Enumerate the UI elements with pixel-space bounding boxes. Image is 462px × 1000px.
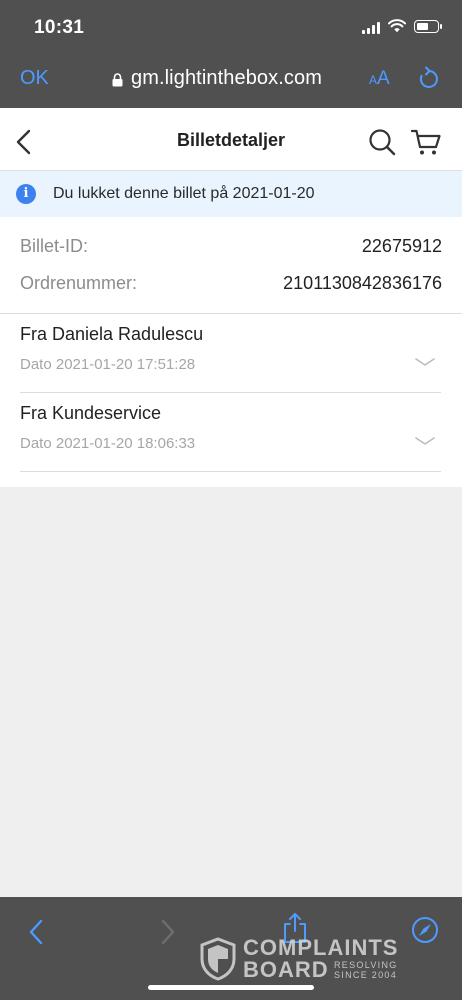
message-item[interactable]: Fra Kundeservice Dato 2021-01-20 18:06:3… [20,393,441,472]
status-bar: 10:31 [0,0,462,56]
watermark-tag1: RESOLVING [334,960,398,970]
text-size-large-label: A [377,68,390,89]
watermark-line2: BOARD [243,957,329,982]
battery-level [417,23,428,30]
notice-text: Du lukket denne billet på 2021-01-20 [53,185,315,202]
watermark-tagline: RESOLVING SINCE 2004 [334,960,398,980]
home-indicator [148,985,314,990]
lock-icon [112,72,123,86]
battery-icon [414,20,442,33]
chevron-down-icon[interactable] [414,356,436,368]
browser-url-bar: OK gm.lightinthebox.com AA [0,56,462,108]
message-sender: Fra Daniela Radulescu [20,324,204,344]
browser-back-icon[interactable] [28,919,44,945]
done-button[interactable]: OK [20,67,49,90]
url-text: gm.lightinthebox.com [131,67,322,89]
ticket-id-value: 22675912 [361,236,442,256]
reload-icon[interactable] [418,66,440,90]
address-field[interactable]: gm.lightinthebox.com [112,67,322,90]
message-date: Dato 2021-01-20 17:51:28 [20,356,196,373]
order-number-value: 2101130842836176 [283,273,442,293]
order-number-label: Ordrenummer: [20,273,138,293]
cellular-signal-icon [362,22,380,34]
chevron-down-icon[interactable] [414,435,436,447]
watermark-tag2: SINCE 2004 [334,970,398,980]
search-icon[interactable] [368,128,396,156]
message-item[interactable]: Fra Daniela Radulescu Dato 2021-01-20 17… [20,314,441,393]
cart-icon[interactable] [410,128,442,156]
browser-forward-icon[interactable] [160,919,176,945]
order-number-row: Ordrenummer: 2101130842836176 [20,273,442,297]
status-time: 10:31 [34,17,85,38]
ticket-id-label: Billet-ID: [20,236,89,256]
info-icon: i [16,184,36,204]
closed-notice-banner: i Du lukket denne billet på 2021-01-20 [0,171,462,217]
wifi-icon [388,19,406,33]
message-date: Dato 2021-01-20 18:06:33 [20,435,196,452]
ticket-details: Billet-ID: 22675912 Ordrenummer: 2101130… [0,217,462,487]
message-sender: Fra Kundeservice [20,403,162,423]
ticket-id-row: Billet-ID: 22675912 [20,236,442,260]
text-size-button[interactable]: AA [369,68,390,90]
page-header: Billetdetaljer [0,108,462,171]
text-size-small-label: A [369,73,378,87]
shield-logo-icon [200,937,236,981]
complaints-board-watermark: COMPLAINTS BOARD RESOLVING SINCE 2004 [200,935,420,983]
